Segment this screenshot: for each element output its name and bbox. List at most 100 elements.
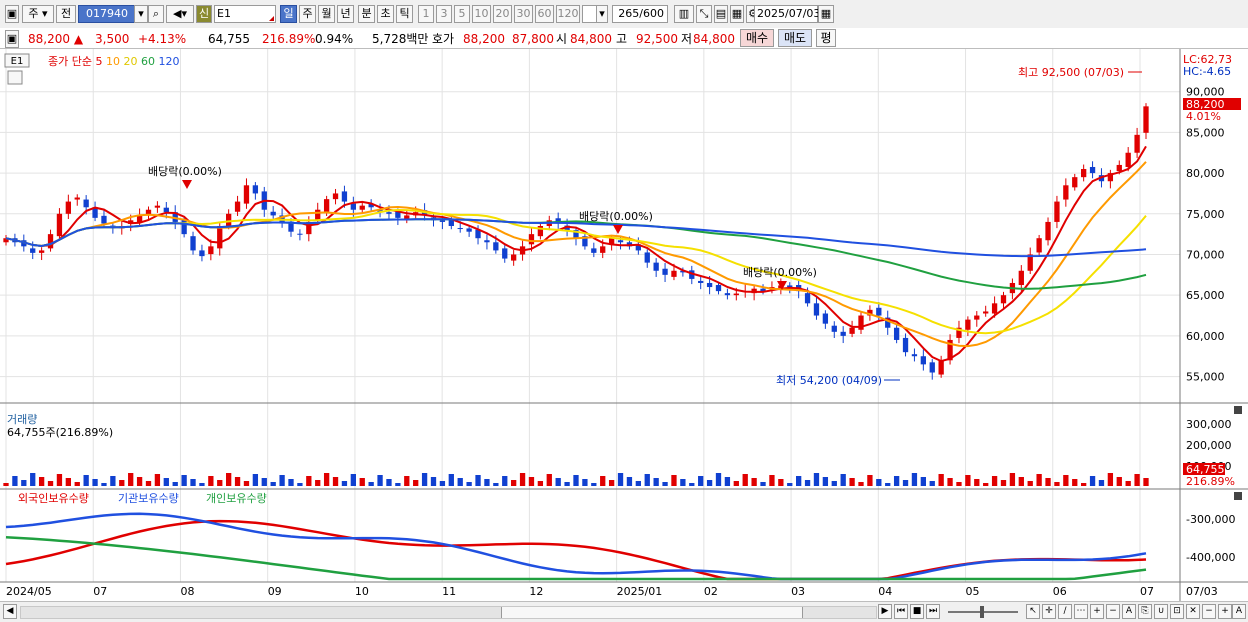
new-tag[interactable]: 신 — [196, 5, 212, 23]
scroll-track[interactable] — [20, 606, 877, 619]
market-select[interactable]: 주 ▾ — [22, 5, 54, 23]
lock-icon[interactable]: ⊡ — [1170, 604, 1184, 619]
volume-panel-close-icon[interactable] — [1234, 406, 1242, 414]
x-axis-label: 03 — [791, 585, 805, 598]
period-month-button[interactable]: 월 — [318, 5, 335, 23]
chart-area[interactable]: 90,000 85,000 80,000 75,000 70,000 65,000 60,0… — [0, 49, 1248, 601]
candle-body — [938, 360, 944, 375]
volume-bar — [840, 474, 846, 486]
chart-list-icon[interactable]: ▤ — [714, 5, 728, 23]
cursor-tool-icon[interactable]: ↖ — [1026, 604, 1040, 619]
candle-body — [315, 209, 321, 220]
x-axis-label: 12 — [529, 585, 543, 598]
volume-bar — [671, 475, 677, 486]
interval-10[interactable]: 10 — [472, 5, 491, 23]
candle-body — [528, 234, 535, 245]
volume-bar — [12, 476, 18, 486]
volume-bar — [190, 479, 196, 486]
volume-bar — [3, 483, 9, 486]
volume-bar — [787, 483, 793, 486]
indicator-name-field[interactable]: E1 — [214, 5, 276, 23]
range-input[interactable]: 265/600 — [612, 5, 668, 23]
sound-menu-icon[interactable]: ◀▾ — [166, 5, 194, 23]
first-page-button[interactable]: ⏮ — [894, 604, 908, 619]
zoom-slider-handle[interactable] — [980, 606, 984, 618]
candle-body — [1089, 166, 1096, 174]
volume-bar — [885, 483, 891, 486]
trendline-icon[interactable]: ∕ — [1058, 604, 1072, 619]
zoom-out-icon[interactable]: − — [1106, 604, 1120, 619]
volume-bar — [608, 480, 615, 486]
volume-bar — [297, 483, 303, 486]
minus-icon[interactable]: − — [1202, 604, 1216, 619]
draw-tool-icon[interactable]: ⤡ — [696, 5, 712, 23]
interval-30[interactable]: 30 — [514, 5, 533, 23]
window-menu-icon[interactable]: ▣ — [5, 5, 19, 23]
save-icon[interactable]: ▦ — [730, 5, 744, 23]
volume-bar — [38, 477, 45, 486]
text-tool-icon[interactable]: A — [1122, 604, 1136, 619]
volume-bar — [181, 475, 187, 486]
interval-120[interactable]: 120 — [556, 5, 580, 23]
candle-body — [243, 185, 250, 204]
all-button[interactable]: 전 — [56, 5, 76, 23]
dividend-label-3: 배당락(0.00%) — [743, 266, 817, 279]
volume-bar — [582, 479, 588, 486]
holdings-tick-1: -300,000 — [1186, 513, 1235, 526]
period-year-button[interactable]: 년 — [337, 5, 354, 23]
plus-icon[interactable]: + — [1218, 604, 1232, 619]
volume-bar — [65, 478, 71, 486]
font-icon[interactable]: A — [1232, 604, 1246, 619]
magnet-icon[interactable]: ∪ — [1154, 604, 1168, 619]
period-week-button[interactable]: 주 — [299, 5, 316, 23]
interval-20[interactable]: 20 — [493, 5, 512, 23]
crosshair-icon[interactable]: ✛ — [1042, 604, 1056, 619]
period-day-button[interactable]: 일 — [280, 5, 297, 23]
period-second-button[interactable]: 초 — [377, 5, 394, 23]
search-icon[interactable]: ⌕ — [148, 5, 164, 23]
grid-toggle-icon[interactable] — [7, 70, 23, 85]
date-input[interactable]: 2025/07/03 — [754, 5, 820, 23]
stock-code-input[interactable]: 017940 — [78, 5, 136, 23]
holdings-panel-close-icon[interactable] — [1234, 492, 1242, 500]
candle-body — [653, 262, 659, 271]
last-page-button[interactable]: ⏭ — [926, 604, 940, 619]
copy-icon[interactable]: ⎘ — [1138, 604, 1152, 619]
fib-icon[interactable]: ⋯ — [1074, 604, 1088, 619]
stop-button[interactable]: ■ — [910, 604, 924, 619]
candle-body — [359, 205, 365, 210]
code-dropdown-icon[interactable]: ▾ — [134, 5, 148, 23]
period-tick-button[interactable]: 틱 — [396, 5, 413, 23]
panel-tag: E1 — [11, 56, 24, 67]
interval-5[interactable]: 5 — [454, 5, 470, 23]
calendar-icon[interactable]: ▦ — [818, 5, 834, 23]
custom-interval-dropdown-icon[interactable]: ▾ — [596, 5, 608, 23]
sell-button[interactable]: 매도 — [778, 29, 812, 47]
volume-bar — [1081, 483, 1087, 486]
candle-body — [1125, 152, 1131, 167]
holdings-legend-institution: 기관보유수량 — [118, 492, 179, 505]
interval-60[interactable]: 60 — [535, 5, 554, 23]
holdings-tick-2: -400,000 — [1186, 551, 1235, 564]
period-minute-button[interactable]: 분 — [358, 5, 375, 23]
buy-button[interactable]: 매수 — [740, 29, 774, 47]
volume-bar — [778, 479, 784, 486]
zoom-in-icon[interactable]: + — [1090, 604, 1104, 619]
scroll-left-button[interactable]: ◀ — [3, 604, 17, 619]
volume-bar — [288, 479, 294, 486]
chart-type-icon[interactable]: ▥ — [674, 5, 694, 23]
scroll-thumb[interactable] — [501, 607, 803, 618]
profit-ratio-button[interactable]: 평 — [816, 29, 836, 47]
candle-body — [715, 285, 722, 292]
quote-menu-icon[interactable]: ▣ — [5, 30, 19, 48]
interval-3[interactable]: 3 — [436, 5, 452, 23]
volume-bar — [332, 477, 339, 486]
volume-bar — [715, 473, 722, 486]
volume-bar — [1000, 480, 1007, 486]
volume-bar — [1134, 474, 1140, 486]
volume-bar — [938, 474, 944, 486]
interval-1[interactable]: 1 — [418, 5, 434, 23]
scroll-right-button[interactable]: ▶ — [878, 604, 892, 619]
delete-icon[interactable]: ✕ — [1186, 604, 1200, 619]
volume-bar — [466, 482, 472, 486]
